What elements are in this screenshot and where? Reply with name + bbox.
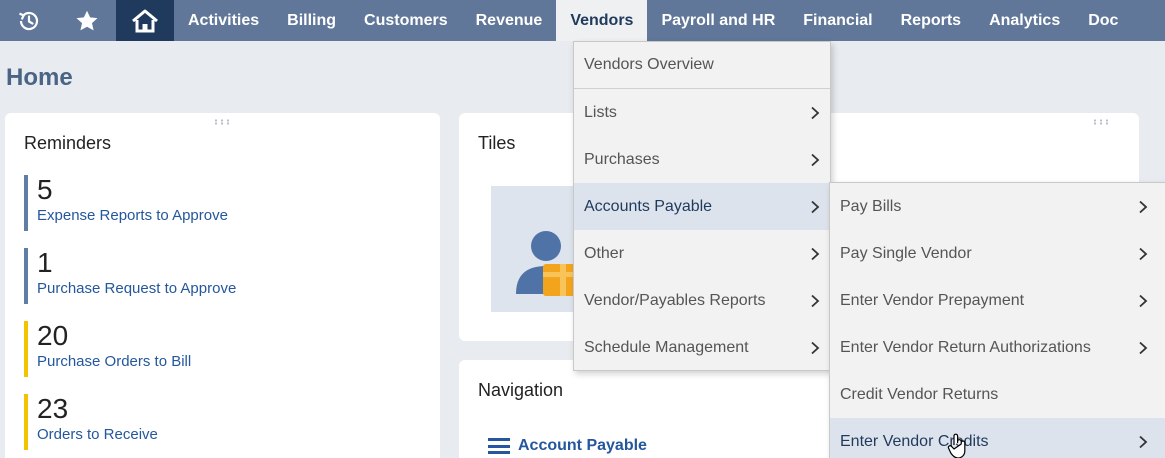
chevron-right-icon (1139, 247, 1148, 260)
nav-revenue[interactable]: Revenue (462, 0, 557, 41)
top-navigation-bar: Activities Billing Customers Revenue Ven… (0, 0, 1165, 41)
reminder-label[interactable]: Purchase Request to Approve (37, 280, 344, 297)
reminder-item[interactable]: 1 Purchase Request to Approve (24, 248, 344, 304)
page-title: Home (6, 64, 73, 91)
nav-analytics[interactable]: Analytics (975, 0, 1074, 41)
reminder-count: 20 (37, 320, 69, 351)
reminder-count: 23 (37, 393, 69, 424)
hand-cursor-icon (947, 433, 966, 458)
menu-item-vendor-payables-reports[interactable]: Vendor/Payables Reports (574, 277, 830, 324)
chevron-right-icon (1139, 435, 1148, 448)
drag-handle[interactable] (213, 119, 231, 125)
nav-documents[interactable]: Doc (1074, 0, 1132, 41)
menu-item-label: Enter Vendor Prepayment (840, 291, 1025, 309)
nav-vendors[interactable]: Vendors (556, 0, 648, 41)
chevron-right-icon (811, 106, 820, 119)
chevron-right-icon (1139, 200, 1148, 213)
chevron-right-icon (811, 247, 820, 260)
reminder-item[interactable]: 20 Purchase Orders to Bill (24, 321, 344, 377)
reminder-item[interactable]: 23 Orders to Receive (24, 394, 344, 450)
chevron-right-icon (811, 200, 820, 213)
reminder-label[interactable]: Orders to Receive (37, 426, 344, 443)
nav-financial[interactable]: Financial (789, 0, 886, 41)
account-payable-link[interactable]: Account Payable (488, 437, 647, 455)
menu-item-enter-vendor-credits[interactable]: Enter Vendor Credits (830, 418, 1165, 458)
menu-item-purchases[interactable]: Purchases (574, 136, 830, 183)
menu-item-label: Credit Vendor Returns (840, 385, 999, 403)
reminder-label[interactable]: Expense Reports to Approve (37, 207, 344, 224)
menu-item-pay-single-vendor[interactable]: Pay Single Vendor (830, 230, 1165, 277)
menu-item-lists[interactable]: Lists (574, 89, 830, 136)
menu-item-label: Pay Single Vendor (840, 244, 972, 262)
menu-item-credit-vendor-returns[interactable]: Credit Vendor Returns (830, 371, 1165, 418)
tiles-title: Tiles (478, 133, 516, 153)
chevron-right-icon (811, 294, 820, 307)
vendors-menu: Vendors Overview Lists Purchases Account… (573, 41, 831, 371)
reminder-count: 5 (37, 174, 53, 205)
menu-item-label: Vendor/Payables Reports (584, 291, 766, 309)
menu-item-label: Enter Vendor Return Authorizations (840, 338, 1091, 356)
nav-payroll-and-hr[interactable]: Payroll and HR (647, 0, 789, 41)
menu-icon (488, 438, 510, 454)
nav-billing[interactable]: Billing (273, 0, 350, 41)
accounts-payable-submenu: Pay Bills Pay Single Vendor Enter Vendor… (829, 182, 1165, 458)
menu-item-label: Vendors Overview (584, 56, 714, 73)
menu-item-label: Pay Bills (840, 197, 902, 215)
menu-item-enter-vendor-return-authorizations[interactable]: Enter Vendor Return Authorizations (830, 324, 1165, 371)
history-icon[interactable] (0, 0, 58, 41)
menu-item-vendors-overview[interactable]: Vendors Overview (574, 42, 830, 89)
chevron-right-icon (811, 341, 820, 354)
navigation-title: Navigation (478, 380, 564, 400)
menu-item-other[interactable]: Other (574, 230, 830, 277)
reminders-portlet: Reminders 5 Expense Reports to Approve 1… (5, 113, 440, 458)
menu-item-accounts-payable[interactable]: Accounts Payable (574, 183, 830, 230)
menu-item-label: Purchases (584, 150, 660, 168)
menu-item-enter-vendor-prepayment[interactable]: Enter Vendor Prepayment (830, 277, 1165, 324)
reminders-title: Reminders (24, 133, 112, 153)
reminder-label[interactable]: Purchase Orders to Bill (37, 353, 344, 370)
nav-reports[interactable]: Reports (887, 0, 975, 41)
chevron-right-icon (1139, 294, 1148, 307)
menu-item-label: Lists (584, 103, 617, 121)
menu-item-label: Schedule Management (584, 338, 749, 356)
chevron-right-icon (1139, 341, 1148, 354)
menu-item-pay-bills[interactable]: Pay Bills (830, 183, 1165, 230)
nav-activities[interactable]: Activities (174, 0, 273, 41)
menu-item-schedule-management[interactable]: Schedule Management (574, 324, 830, 371)
nav-customers[interactable]: Customers (350, 0, 462, 41)
star-icon[interactable] (58, 0, 116, 41)
home-icon[interactable] (116, 0, 174, 41)
chevron-right-icon (811, 153, 820, 166)
menu-item-label: Other (584, 244, 625, 262)
reminder-count: 1 (37, 247, 53, 278)
drag-handle[interactable] (1092, 119, 1110, 125)
menu-item-label: Accounts Payable (584, 197, 713, 215)
account-payable-label[interactable]: Account Payable (518, 437, 647, 455)
reminder-item[interactable]: 5 Expense Reports to Approve (24, 175, 344, 231)
